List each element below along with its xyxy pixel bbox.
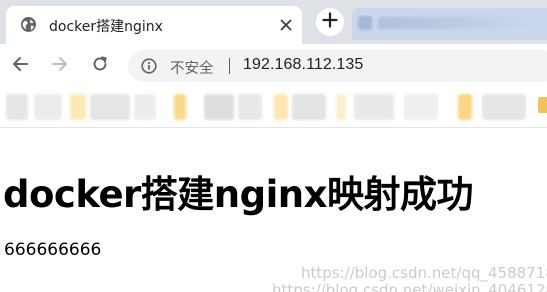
address-bar[interactable]: 不安全 192.168.112.135	[128, 50, 547, 82]
info-icon[interactable]	[141, 58, 157, 74]
new-tab-button[interactable]	[316, 8, 344, 36]
page-text: 666666666	[4, 240, 102, 260]
folder-icon[interactable]	[538, 97, 547, 113]
watermark-line-2: https://blog.csdn.net/weixin_40461281	[272, 281, 547, 292]
reload-button[interactable]	[88, 54, 112, 78]
reload-icon	[91, 55, 109, 78]
page-heading: docker搭建nginx映射成功	[3, 173, 474, 216]
bookmark-item[interactable]	[458, 94, 472, 120]
back-button[interactable]	[8, 54, 32, 78]
separator	[229, 58, 230, 74]
close-icon[interactable]	[276, 15, 296, 35]
bookmark-item[interactable]	[204, 94, 234, 120]
bookmark-item[interactable]	[274, 94, 288, 120]
tab-blurred[interactable]	[352, 8, 547, 40]
tab-active[interactable]: docker搭建nginx	[6, 6, 302, 44]
plus-icon	[322, 11, 338, 33]
bookmark-item[interactable]	[70, 94, 86, 120]
bookmark-item[interactable]	[34, 94, 62, 120]
tab-title: docker搭建nginx	[49, 19, 163, 35]
watermark-line-1: https://blog.csdn.net/qq_45887180	[301, 264, 547, 282]
bookmark-item[interactable]	[482, 94, 526, 120]
bookmark-item[interactable]	[238, 94, 262, 120]
tab-strip: docker搭建nginx	[0, 0, 547, 44]
url-text[interactable]: 192.168.112.135	[243, 56, 363, 74]
bookmark-item[interactable]	[174, 94, 186, 120]
arrow-right-icon	[51, 55, 69, 78]
bookmark-item[interactable]	[404, 94, 438, 120]
bookmark-item[interactable]	[292, 94, 326, 120]
bookmark-item[interactable]	[6, 94, 28, 120]
bookmark-item[interactable]	[90, 94, 130, 120]
security-label[interactable]: 不安全	[170, 57, 214, 78]
bookmark-item[interactable]	[134, 94, 156, 120]
toolbar: 不安全 192.168.112.135	[0, 44, 547, 88]
bookmark-item[interactable]	[354, 94, 394, 120]
arrow-left-icon	[11, 55, 29, 78]
bookmark-item[interactable]	[336, 94, 346, 120]
bookmarks-bar	[0, 88, 547, 128]
blurred-favicon-icon	[358, 16, 372, 30]
blurred-tab-title	[378, 17, 528, 29]
forward-button[interactable]	[48, 54, 72, 78]
globe-icon	[20, 16, 37, 33]
